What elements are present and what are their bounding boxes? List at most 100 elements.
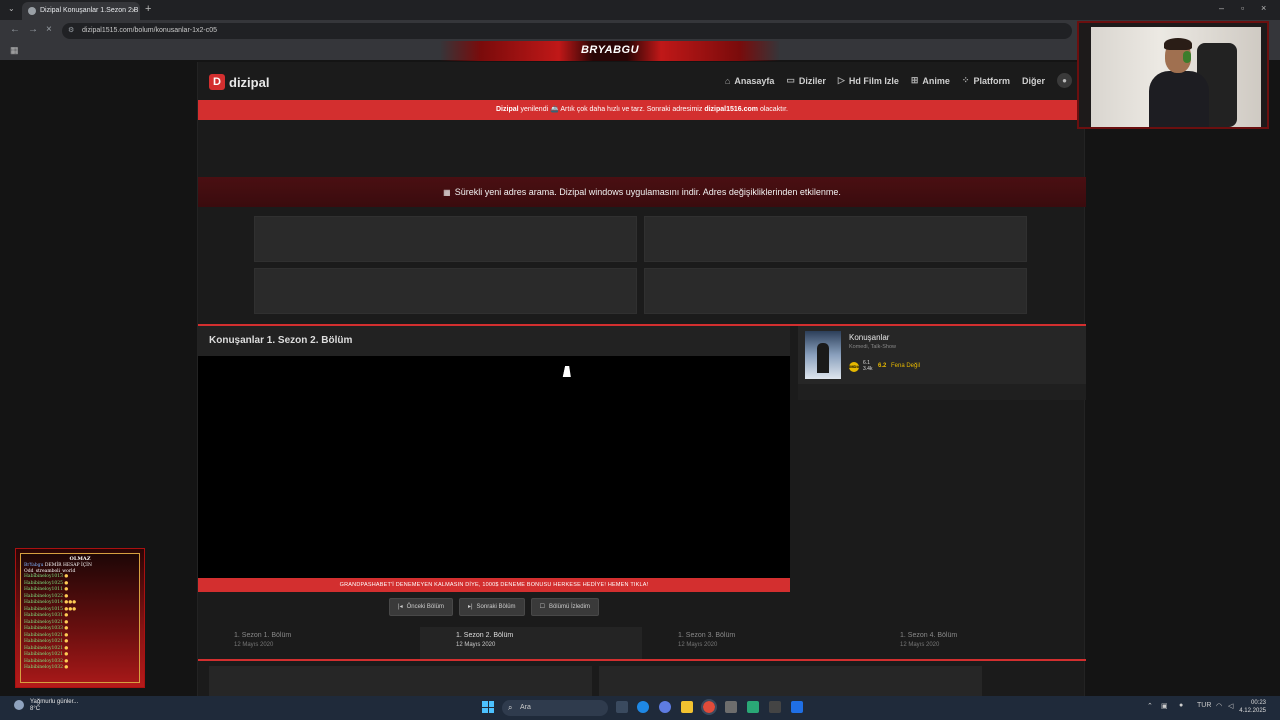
edge-icon[interactable] bbox=[637, 701, 649, 713]
windows-taskbar: Yağmurlu günler... 8°C ⌕ Ara ⌃ ▣ ● TUR ◠… bbox=[0, 696, 1280, 720]
start-button-icon[interactable] bbox=[482, 701, 494, 713]
chat-user-name: Habibineloy1031 bbox=[24, 613, 63, 618]
ad-slot[interactable] bbox=[209, 666, 592, 696]
chat-subheader: BrYabgu DEMİR HESAP İÇİN bbox=[24, 563, 136, 568]
watched-label: Bölümü İzledim bbox=[548, 604, 590, 610]
site-header: D dizipal ⌂ Anasayfa ▭ Diziler ▷ Hd Film Iz… bbox=[198, 62, 1086, 100]
weather-temp: 8°C bbox=[30, 706, 41, 712]
show-info-card[interactable]: Konuşanlar Komedi, Talk-Show IMDb 6.1 3.4… bbox=[798, 326, 1086, 384]
site-info-icon[interactable]: ⚙ bbox=[68, 23, 74, 39]
nav-label: Hd Film Izle bbox=[848, 75, 899, 86]
show-name[interactable]: Konuşanlar bbox=[849, 333, 889, 342]
notice-next-domain[interactable]: dizipal1516.com bbox=[704, 106, 758, 113]
stop-icon[interactable]: × bbox=[46, 24, 52, 35]
nav-platform[interactable]: ⁘ Platform bbox=[962, 75, 1010, 86]
tv-icon: ▭ bbox=[786, 75, 795, 85]
nav-diger[interactable]: Diğer bbox=[1022, 76, 1045, 86]
rating-label: Fena Değil bbox=[891, 363, 921, 369]
logo-text: dizipal bbox=[229, 74, 270, 90]
show-genres: Komedi, Talk-Show bbox=[849, 344, 896, 350]
poster-figure bbox=[817, 343, 829, 373]
episode-date: 12 Mayıs 2020 bbox=[456, 642, 496, 648]
home-icon: ⌂ bbox=[724, 75, 731, 86]
chat-header: OLMAZ bbox=[69, 556, 91, 562]
notice-suffix: olacaktır. bbox=[758, 106, 788, 113]
mark-watched-button[interactable]: ☐ Bölümü İzledim bbox=[530, 598, 599, 616]
tab-search-icon[interactable]: ⌄ bbox=[8, 4, 15, 13]
wifi-icon[interactable]: ◠ bbox=[1216, 702, 1222, 710]
episode-item-active[interactable]: 1. Sezon 2. Bölüm 12 Mayıs 2020 bbox=[420, 627, 642, 659]
taskbar-search[interactable]: ⌕ Ara bbox=[502, 700, 608, 716]
language-indicator[interactable]: TUR bbox=[1197, 702, 1211, 709]
ad-slot[interactable] bbox=[254, 216, 637, 262]
ad-slot[interactable] bbox=[644, 216, 1027, 262]
nav-label: Anasayfa bbox=[734, 75, 775, 86]
file-explorer-icon[interactable] bbox=[681, 701, 693, 713]
app-icon[interactable] bbox=[747, 701, 759, 713]
show-poster[interactable] bbox=[805, 331, 841, 379]
prev-label: Önceki Bölüm bbox=[406, 604, 444, 610]
rating-small: 6.1 3.4k bbox=[863, 360, 872, 372]
badge-icon: ● bbox=[64, 665, 69, 670]
nav-hd-film[interactable]: ▷ Hd Film Izle bbox=[838, 75, 899, 86]
episode-item[interactable]: 1. Sezon 1. Bölüm 12 Mayıs 2020 bbox=[198, 627, 420, 659]
clock[interactable]: 00:23 4.12.2025 bbox=[1239, 699, 1266, 715]
chat-user-name: Habibineloy1021 bbox=[24, 645, 63, 651]
back-icon[interactable]: ← bbox=[10, 24, 20, 35]
site-logo[interactable]: D dizipal bbox=[209, 74, 269, 90]
user-avatar-icon[interactable]: ● bbox=[1057, 73, 1072, 88]
video-player[interactable] bbox=[198, 356, 790, 578]
store-icon[interactable] bbox=[725, 701, 737, 713]
announcement-bar: Dizipal yenilendi 🚢 Artık çok daha hızlı… bbox=[198, 100, 1086, 120]
next-episode-button[interactable]: ▸| Sonraki Bölüm bbox=[458, 598, 525, 616]
episode-date: 12 Mayıs 2020 bbox=[900, 642, 940, 648]
nav-anasayfa[interactable]: ⌂ Anasayfa bbox=[725, 76, 774, 86]
prev-episode-button[interactable]: |◂ Önceki Bölüm bbox=[389, 598, 453, 616]
chat-subheader-text: DEMİR HESAP İÇİN bbox=[44, 563, 92, 568]
minimize-icon[interactable]: – bbox=[1219, 3, 1224, 13]
chat-user-name: Habibineloy1025 bbox=[24, 580, 63, 586]
weather-widget[interactable]: Yağmurlu günler... 8°C bbox=[14, 699, 78, 713]
next-label: Sonraki Bölüm bbox=[476, 604, 516, 610]
url-input[interactable]: ⚙ dizipal1515.com/bolum/konusanlar-1x2-c… bbox=[62, 23, 1072, 39]
promo-banner[interactable]: GRANDPASHABET'İ DENEMEYEN KALMASIN DİYE,… bbox=[198, 578, 790, 592]
copilot-icon[interactable] bbox=[659, 701, 671, 713]
forward-icon[interactable]: → bbox=[28, 24, 38, 35]
tray-icon[interactable]: ▣ bbox=[1161, 702, 1168, 710]
obs-icon[interactable] bbox=[769, 701, 781, 713]
nav-anime[interactable]: ⊞ Anime bbox=[911, 75, 950, 86]
episode-item[interactable]: 1. Sezon 4. Bölüm 12 Mayıs 2020 bbox=[864, 627, 1086, 659]
apps-grid-icon[interactable]: ▦ bbox=[10, 45, 19, 56]
chat-user-name: Habibineloy1021 bbox=[24, 632, 63, 638]
section-divider bbox=[198, 659, 1086, 661]
mic-icon[interactable]: ● bbox=[1179, 702, 1183, 709]
windows-icon: ▦ bbox=[443, 188, 451, 197]
close-tab-icon[interactable]: × bbox=[131, 2, 136, 20]
episode-title: Konuşanlar 1. Sezon 2. Bölüm bbox=[198, 326, 790, 356]
volume-icon[interactable]: ◁ bbox=[1228, 702, 1233, 710]
episode-list: 1. Sezon 1. Bölüm 12 Mayıs 2020 1. Sezon… bbox=[198, 627, 1086, 659]
tray-expand-icon[interactable]: ⌃ bbox=[1147, 702, 1153, 710]
close-window-icon[interactable]: × bbox=[1261, 3, 1266, 13]
rating-value: 6.2 bbox=[878, 363, 887, 369]
ad-slot[interactable] bbox=[644, 268, 1027, 314]
skip-forward-icon: ▸| bbox=[467, 604, 473, 610]
nav-diziler[interactable]: ▭ Diziler bbox=[786, 75, 826, 86]
windows-app-ad[interactable]: ▦ Sürekli yeni adres arama. Dizipal windo… bbox=[198, 177, 1086, 207]
new-tab-icon[interactable]: + bbox=[145, 3, 151, 15]
browser-tab-bar: ⌄ Dizipal Konuşanlar 1.Sezon 2.B × + – ▫… bbox=[0, 0, 1280, 20]
episode-item[interactable]: 1. Sezon 3. Bölüm 12 Mayıs 2020 bbox=[642, 627, 864, 659]
chat-user-name: Habibineloy1011 bbox=[24, 587, 63, 592]
badge-icon: ● bbox=[64, 574, 69, 579]
badge-icon: ● bbox=[64, 580, 69, 586]
ad-slot[interactable] bbox=[599, 666, 982, 696]
search-icon: ⌕ bbox=[508, 703, 513, 712]
ad-slot[interactable] bbox=[254, 268, 637, 314]
app-icon[interactable] bbox=[791, 701, 803, 713]
webcam-overlay bbox=[1077, 21, 1269, 129]
task-view-icon[interactable] bbox=[616, 701, 628, 713]
maximize-icon[interactable]: ▫ bbox=[1241, 3, 1244, 13]
sidebar-strip bbox=[798, 384, 1086, 400]
browser-tab[interactable]: Dizipal Konuşanlar 1.Sezon 2.B × bbox=[22, 2, 140, 20]
chrome-icon[interactable] bbox=[701, 699, 717, 715]
